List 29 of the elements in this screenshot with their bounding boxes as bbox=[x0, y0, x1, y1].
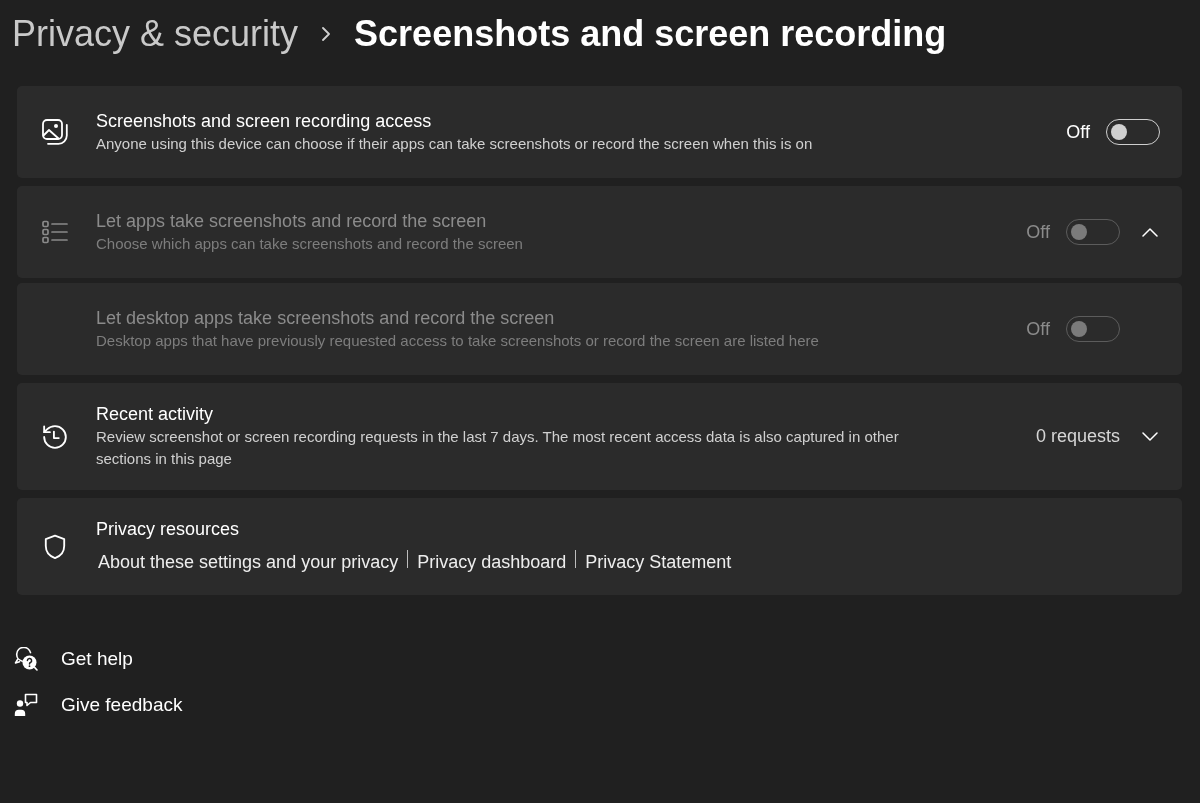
privacy-link[interactable]: Privacy dashboard bbox=[417, 549, 567, 575]
history-icon bbox=[42, 423, 68, 450]
chevron-up-icon bbox=[1142, 227, 1158, 237]
feedback-icon bbox=[14, 693, 38, 717]
setting-title: Screenshots and screen recording access bbox=[96, 109, 432, 133]
feedback-link[interactable]: Give feedback bbox=[14, 685, 183, 725]
help-icon bbox=[14, 647, 38, 671]
setting-description: Choose which apps can take screenshots and record the screen bbox=[96, 233, 523, 254]
image-icon bbox=[42, 119, 68, 145]
setting-description: Review screenshot or screen recording requests in the last 7 days. The most recent access data is also captured in other sections in this page bbox=[96, 427, 900, 469]
shield-icon bbox=[42, 533, 68, 560]
chevron-down-icon bbox=[1142, 432, 1158, 441]
page-title: Screenshots and screen recording bbox=[354, 12, 947, 56]
toggle-state-label: Off bbox=[1066, 120, 1090, 144]
help-link[interactable]: Get help bbox=[14, 639, 133, 679]
privacy-link[interactable]: Privacy Statement bbox=[585, 549, 732, 575]
request-count: 0 requests bbox=[1035, 425, 1120, 448]
toggle-state-label: Off bbox=[1026, 317, 1050, 341]
toggle-state-label: Off bbox=[1026, 220, 1050, 244]
setting-description: Desktop apps that have previously requested access to take screenshots or record the screen are listed here bbox=[96, 330, 819, 351]
list-icon bbox=[42, 219, 68, 245]
setting-title: Recent activity bbox=[96, 403, 214, 426]
setting-title: Let apps take screenshots and record the screen bbox=[96, 209, 487, 233]
setting-description: Anyone using this device can choose if their apps can take screenshots or record the screen when this is on bbox=[96, 133, 813, 154]
setting-title: Privacy resources bbox=[96, 518, 240, 541]
privacy-link[interactable]: About these settings and your privacy bbox=[98, 549, 399, 575]
breadcrumb-parent[interactable]: Privacy & security bbox=[12, 11, 299, 57]
breadcrumb-chevron-icon bbox=[322, 27, 331, 41]
setting-title: Let desktop apps take screenshots and record the screen bbox=[96, 306, 555, 330]
